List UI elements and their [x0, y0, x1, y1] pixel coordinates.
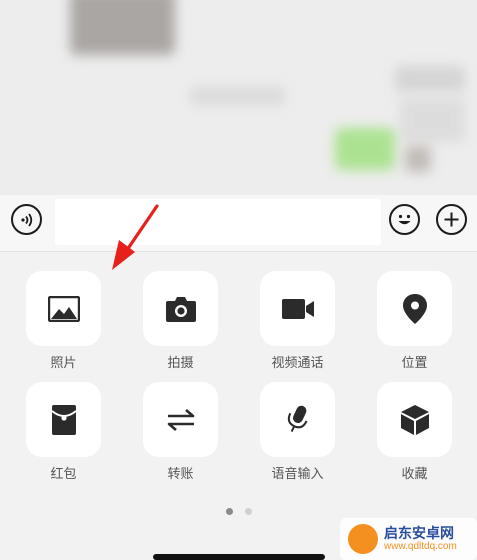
panel-tile[interactable] [143, 271, 218, 346]
transfer-icon [167, 408, 194, 431]
blurred-image-message [70, 0, 175, 55]
panel-item-label: 位置 [401, 356, 428, 371]
panel-item-location[interactable]: 位置 [377, 271, 452, 371]
panel-item-favorites[interactable]: 收藏 [377, 382, 452, 482]
panel-item-photos[interactable]: 照片 [26, 271, 101, 371]
blurred-system-message [190, 86, 285, 106]
camera-icon [165, 296, 196, 322]
red-packet-icon [50, 404, 77, 435]
microphone-icon [287, 405, 307, 432]
panel-item-label: 转账 [167, 467, 194, 482]
panel-tile[interactable] [377, 382, 452, 457]
watermark-text: 启东安卓网 www.qdltdq.com [384, 524, 457, 553]
site-watermark: 启东安卓网 www.qdltdq.com [340, 518, 477, 560]
chat-input-bar [0, 195, 477, 252]
message-input[interactable] [55, 199, 381, 245]
smiley-icon [398, 214, 411, 225]
favorites-cube-icon [400, 404, 429, 435]
panel-item-red-packet[interactable]: 红包 [26, 382, 101, 482]
panel-item-label: 视频通话 [271, 356, 324, 371]
panel-item-transfer[interactable]: 转账 [143, 382, 218, 482]
panel-item-label: 语音输入 [271, 467, 324, 482]
voice-icon [20, 212, 32, 227]
panel-item-label: 红包 [50, 467, 77, 482]
blurred-sent-message [335, 128, 395, 170]
watermark-title: 启东安卓网 [384, 524, 454, 541]
voice-mode-button[interactable] [11, 204, 42, 235]
panel-tile[interactable] [260, 382, 335, 457]
blurred-message [395, 66, 465, 92]
panel-item-camera[interactable]: 拍摄 [143, 271, 218, 371]
video-camera-icon [281, 298, 314, 319]
panel-item-label: 照片 [50, 356, 77, 371]
location-pin-icon [402, 293, 427, 324]
page-dot[interactable] [245, 508, 252, 515]
watermark-logo-icon [348, 524, 378, 554]
panel-item-video-call[interactable]: 视频通话 [260, 271, 335, 371]
panel-tile[interactable] [143, 382, 218, 457]
page-dot-active[interactable] [226, 508, 233, 515]
chat-history [0, 0, 477, 195]
panel-item-voice-input[interactable]: 语音输入 [260, 382, 335, 482]
panel-item-label: 收藏 [401, 467, 428, 482]
page-indicator [0, 508, 477, 518]
panel-item-label: 拍摄 [167, 356, 194, 371]
blurred-message [400, 98, 465, 142]
more-functions-button[interactable] [436, 204, 467, 235]
emoji-button[interactable] [389, 204, 420, 235]
panel-tile[interactable] [377, 271, 452, 346]
panel-tile[interactable] [26, 271, 101, 346]
plus-icon [444, 212, 459, 227]
panel-tile[interactable] [260, 271, 335, 346]
panel-tile[interactable] [26, 382, 101, 457]
image-icon [47, 295, 80, 322]
watermark-url: www.qdltdq.com [384, 541, 457, 553]
blurred-avatar [405, 146, 431, 172]
home-indicator[interactable] [153, 554, 325, 560]
